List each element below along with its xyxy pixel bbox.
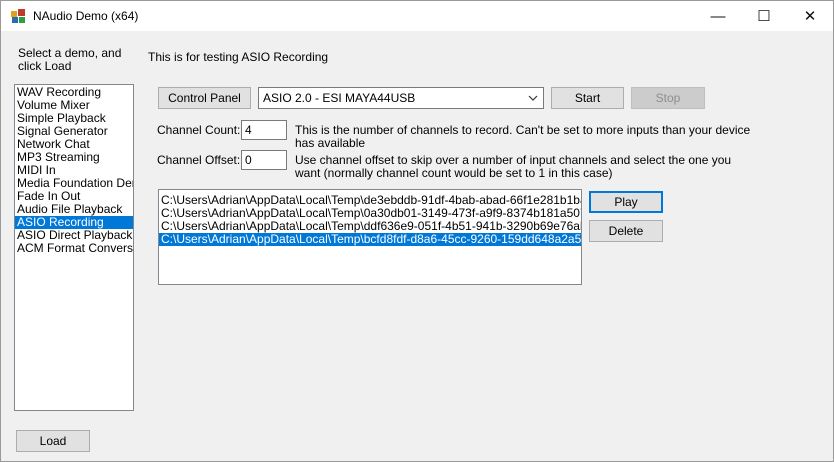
chevron-down-icon — [528, 95, 538, 101]
demo-list-item[interactable]: Network Chat — [15, 138, 133, 151]
control-panel-button[interactable]: Control Panel — [158, 87, 251, 109]
start-button-label: Start — [574, 91, 601, 105]
demo-list-item[interactable]: ASIO Recording — [15, 216, 133, 229]
demo-select-prompt: Select a demo, and click Load — [18, 46, 122, 73]
play-button-label: Play — [614, 195, 638, 209]
demo-list-item[interactable]: MIDI In — [15, 164, 133, 177]
load-button[interactable]: Load — [16, 430, 90, 452]
recording-file-item[interactable]: C:\Users\Adrian\AppData\Local\Temp\bcfd8… — [159, 233, 581, 246]
asio-driver-select[interactable]: ASIO 2.0 - ESI MAYA44USB — [258, 87, 544, 109]
channel-count-label: Channel Count: — [157, 123, 241, 137]
demo-list-item[interactable]: Simple Playback — [15, 112, 133, 125]
naudio-app-icon — [11, 9, 25, 23]
close-button[interactable]: ✕ — [787, 1, 833, 31]
delete-button-label: Delete — [608, 224, 644, 238]
delete-button[interactable]: Delete — [589, 220, 663, 242]
client-area: Select a demo, and click Load WAV Record… — [1, 31, 833, 461]
control-panel-label: Control Panel — [168, 91, 241, 105]
demo-list[interactable]: WAV Recording Volume Mixer Simple Playback… — [14, 84, 134, 411]
demo-list-item[interactable]: MP3 Streaming — [15, 151, 133, 164]
demo-list-item[interactable]: ACM Format Conversion — [15, 242, 133, 255]
load-button-label: Load — [39, 434, 67, 448]
stop-button-label: Stop — [655, 91, 681, 105]
channel-offset-label: Channel Offset: — [157, 153, 241, 167]
demo-list-item[interactable]: ASIO Direct Playback — [15, 229, 133, 242]
start-button[interactable]: Start — [551, 87, 624, 109]
recording-file-item[interactable]: C:\Users\Adrian\AppData\Local\Temp\de3eb… — [159, 194, 581, 207]
demo-list-item[interactable]: WAV Recording — [15, 86, 133, 99]
recording-file-item[interactable]: C:\Users\Adrian\AppData\Local\Temp\0a30d… — [159, 207, 581, 220]
demo-description: This is for testing ASIO Recording — [148, 50, 329, 64]
play-button[interactable]: Play — [589, 191, 663, 213]
maximize-icon: ☐ — [757, 8, 771, 25]
minimize-icon: — — [710, 7, 726, 25]
asio-driver-value: ASIO 2.0 - ESI MAYA44USB — [263, 91, 416, 105]
demo-list-item[interactable]: Media Foundation Demo — [15, 177, 133, 190]
recording-file-item[interactable]: C:\Users\Adrian\AppData\Local\Temp\ddf63… — [159, 220, 581, 233]
window-title: NAudio Demo (x64) — [33, 9, 139, 23]
demo-list-item[interactable]: Fade In Out — [15, 190, 133, 203]
demo-list-item[interactable]: Volume Mixer — [15, 99, 133, 112]
close-icon: ✕ — [803, 8, 817, 25]
maximize-button[interactable]: ☐ — [741, 1, 787, 31]
app-window: NAudio Demo (x64) — ☐ ✕ Select a demo, a… — [0, 0, 834, 462]
channel-count-help: This is the number of channels to record… — [295, 123, 751, 150]
channel-offset-help: Use channel offset to skip over a number… — [295, 153, 732, 180]
channel-offset-input[interactable]: 0 — [241, 150, 287, 170]
minimize-button[interactable]: — — [695, 1, 741, 31]
channel-count-input[interactable]: 4 — [241, 120, 287, 140]
demo-list-item[interactable]: Audio File Playback — [15, 203, 133, 216]
title-bar[interactable]: NAudio Demo (x64) — ☐ ✕ — [1, 1, 833, 31]
demo-list-item[interactable]: Signal Generator — [15, 125, 133, 138]
stop-button: Stop — [631, 87, 705, 109]
recordings-list[interactable]: C:\Users\Adrian\AppData\Local\Temp\de3eb… — [158, 189, 582, 285]
